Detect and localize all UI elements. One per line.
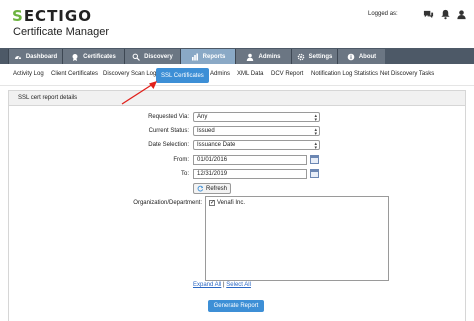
gear-icon (297, 53, 304, 60)
nav-tab-about[interactable]: About (337, 49, 385, 64)
admins-icon (247, 53, 254, 61)
app-header: SECTIGO Certificate Manager Logged as: (0, 0, 474, 46)
nav-tab-admins[interactable]: Admins (235, 49, 291, 64)
subtab-xml-data[interactable]: XML Data (237, 71, 263, 77)
generate-report-button[interactable]: Generate Report (208, 300, 264, 312)
select-arrows-icon: ▴ ▾ (314, 141, 317, 151)
select-arrows-icon: ▴ ▾ (314, 127, 317, 137)
expand-all-link[interactable]: Expand All (193, 282, 221, 288)
tree-links: Expand All | Select All (193, 282, 251, 288)
subtab-dcv-report[interactable]: DCV Report (271, 71, 303, 77)
subtab-admins[interactable]: Admins (210, 71, 230, 77)
subtab-client-certificates[interactable]: Client Certificates (51, 71, 98, 77)
current-status-label: Current Status: (148, 128, 189, 134)
to-date-input[interactable]: 12/31/2019 (193, 169, 307, 179)
reports-subnav: Activity Log Client Certificates Discove… (0, 66, 474, 86)
nav-tab-dashboard[interactable]: Dashboard (8, 49, 62, 64)
product-name: Certificate Manager (13, 26, 109, 38)
requested-via-label: Requested Via: (148, 114, 189, 120)
subtab-ssl-certificates[interactable]: SSL Certificates (156, 68, 209, 83)
main-nav: Dashboard Certificates Discovery Reports… (0, 48, 474, 64)
discovery-icon (132, 53, 141, 61)
annotation-arrow-icon (121, 81, 157, 105)
calendar-icon[interactable] (310, 155, 319, 164)
panel-title: SSL cert report details (9, 91, 465, 106)
from-label: From: (173, 157, 189, 163)
organization-label: Organization/Department: (133, 200, 202, 206)
dashboard-icon (14, 55, 21, 59)
calendar-icon[interactable] (310, 169, 319, 178)
current-status-select[interactable]: Issued ▴ ▾ (193, 126, 320, 137)
logged-in-label: Logged as: (368, 11, 398, 17)
bell-icon[interactable] (440, 9, 451, 20)
nav-tab-settings[interactable]: Settings (291, 49, 337, 64)
from-date-input[interactable]: 01/01/2016 (193, 155, 307, 165)
requested-via-select[interactable]: Any ▴ ▾ (193, 112, 320, 123)
subtab-notification-log-statistics[interactable]: Notification Log Statistics (311, 71, 378, 77)
reports-icon (191, 53, 198, 60)
sectigo-logo: SECTIGO (12, 7, 92, 25)
info-icon (347, 53, 355, 60)
user-icon[interactable] (456, 9, 467, 20)
select-arrows-icon: ▴ ▾ (314, 113, 317, 123)
certificate-icon (72, 53, 78, 61)
nav-tab-discovery[interactable]: Discovery (124, 49, 180, 64)
select-all-link[interactable]: Select All (226, 282, 251, 288)
org-item[interactable]: Venafi Inc. (209, 199, 245, 206)
organization-tree[interactable]: Venafi Inc. (205, 196, 389, 281)
nav-tab-reports[interactable]: Reports (180, 49, 235, 64)
subtab-activity-log[interactable]: Activity Log (13, 71, 44, 77)
checkbox[interactable] (209, 199, 215, 206)
refresh-icon (197, 185, 204, 192)
subtab-discovery-scan-log[interactable]: Discovery Scan Log (103, 71, 156, 77)
refresh-button[interactable]: Refresh (193, 183, 231, 194)
date-selection-label: Date Selection: (148, 142, 189, 148)
nav-tab-certificates[interactable]: Certificates (62, 49, 124, 64)
date-selection-select[interactable]: Issuance Date ▴ ▾ (193, 140, 320, 151)
chat-icon[interactable] (423, 9, 434, 20)
to-label: To: (180, 171, 189, 177)
subtab-net-discovery-tasks[interactable]: Net Discovery Tasks (380, 71, 434, 77)
